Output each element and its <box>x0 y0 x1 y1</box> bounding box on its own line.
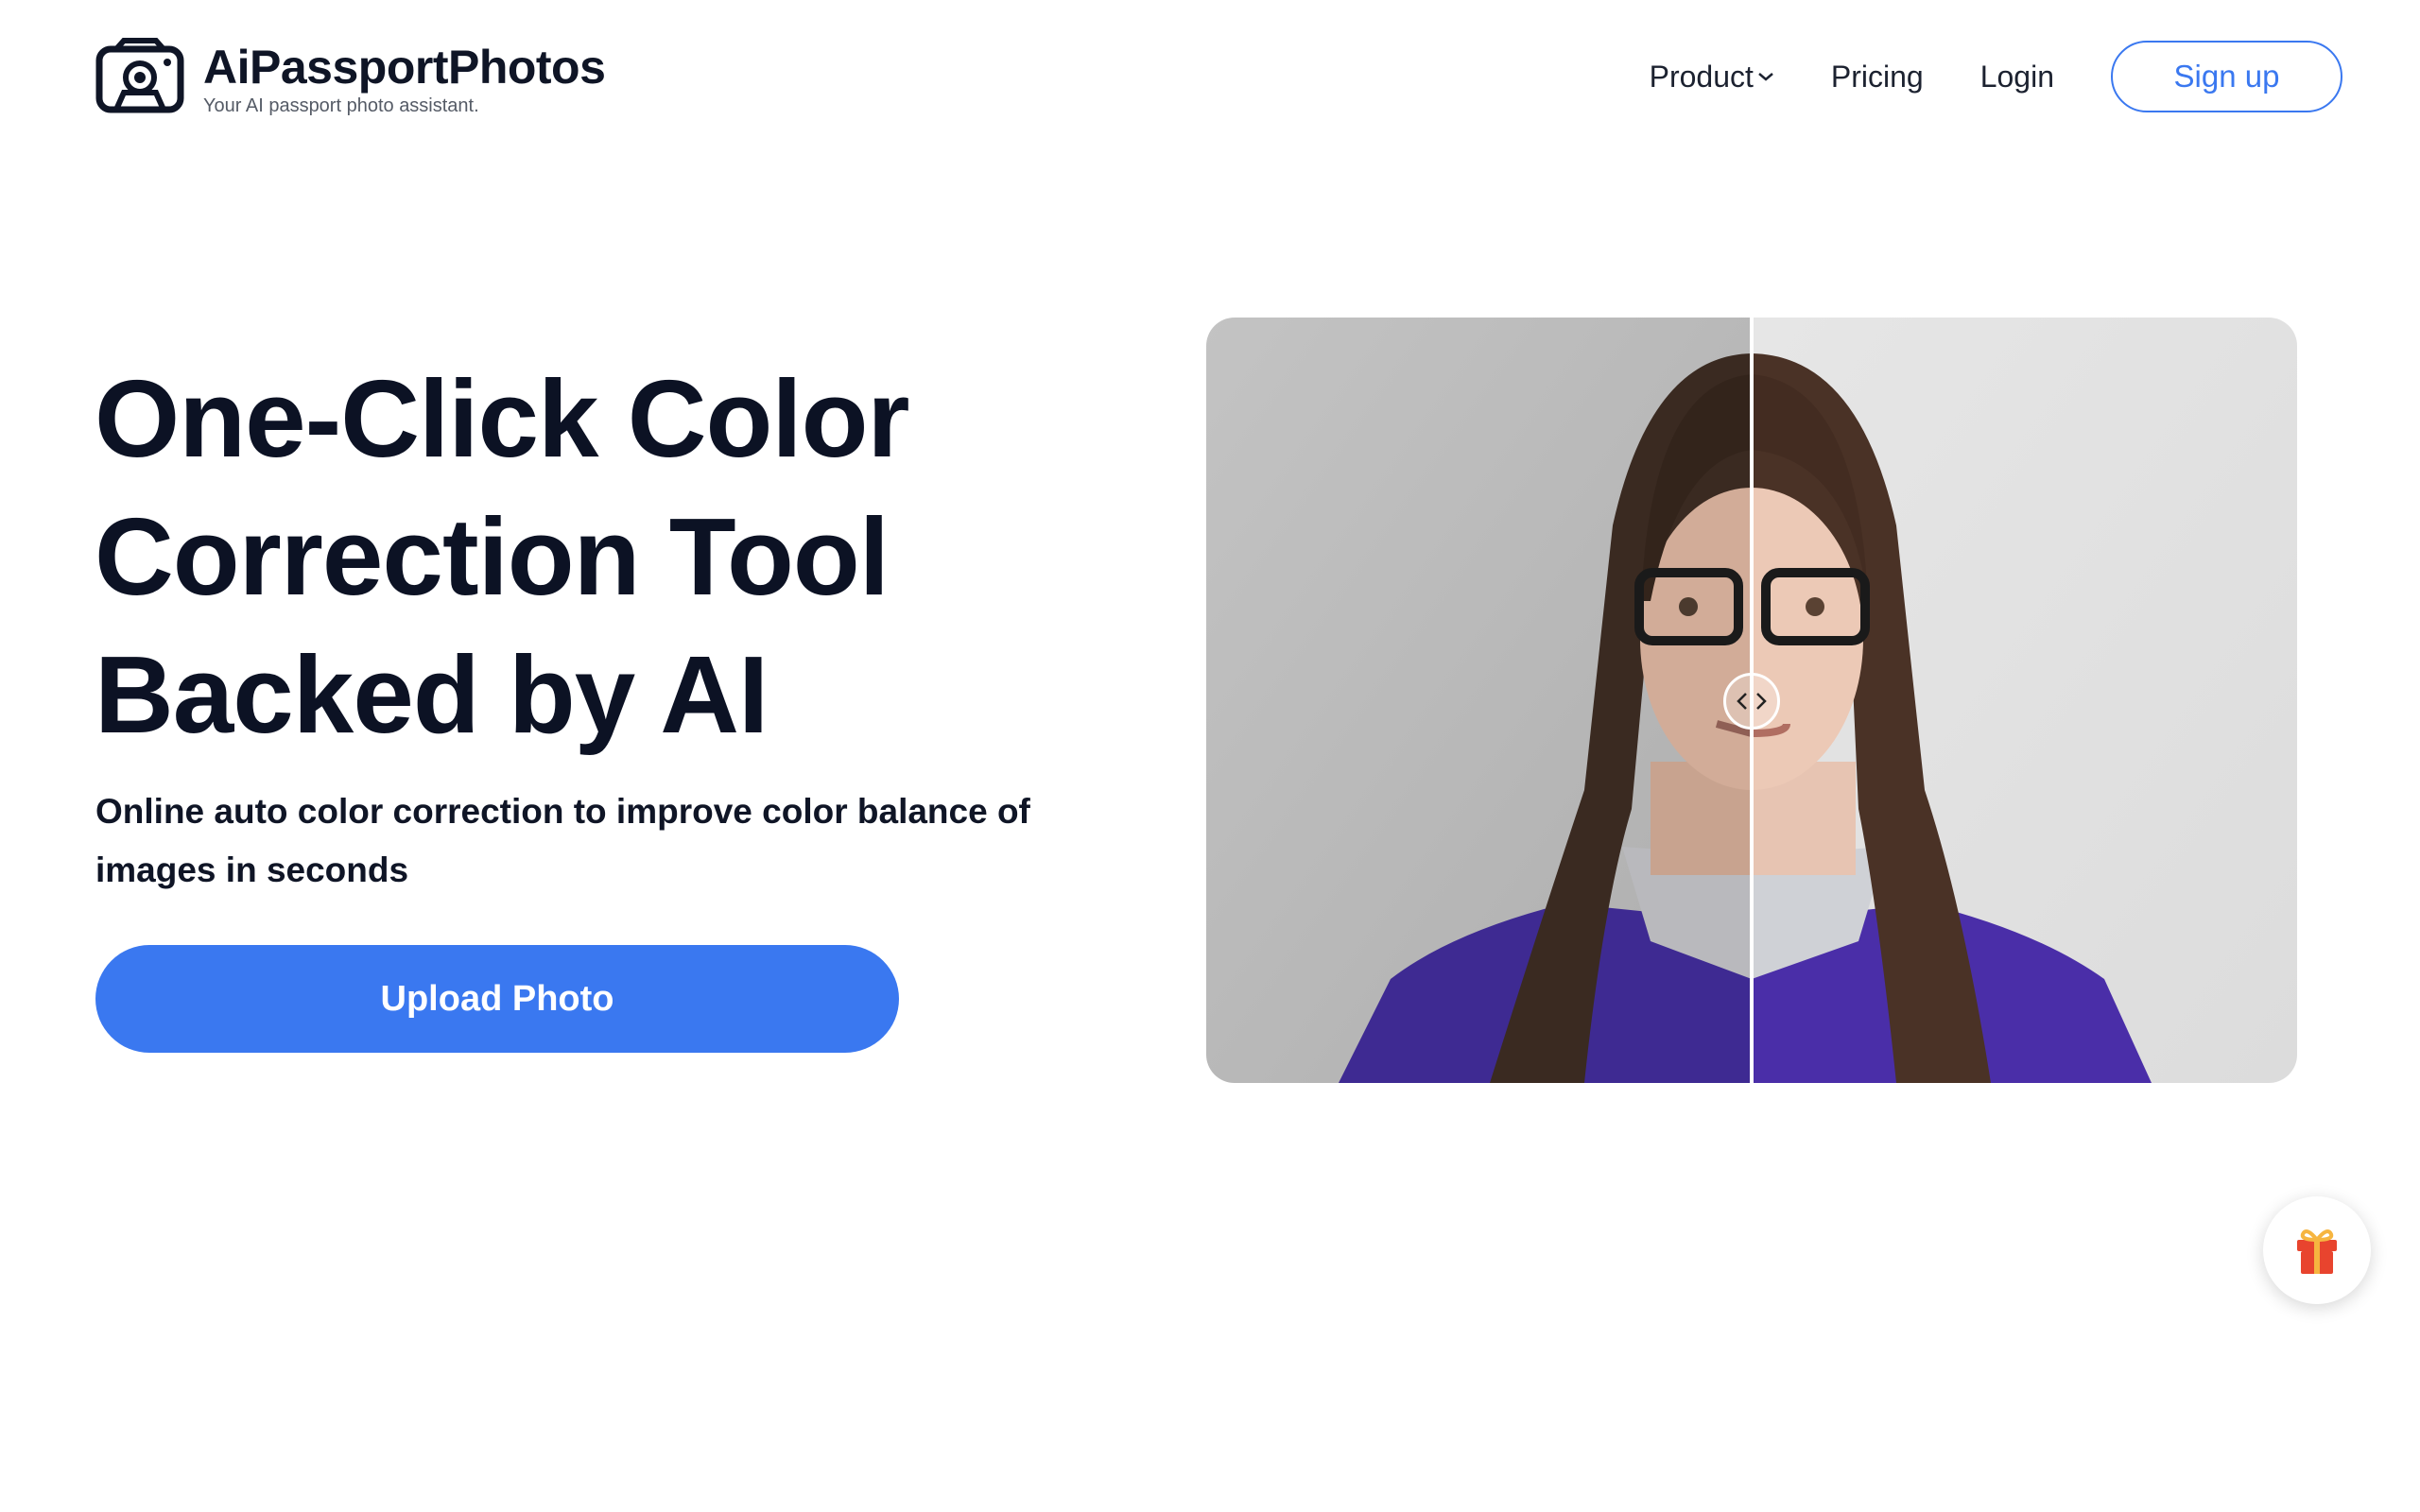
nav-product[interactable]: Product <box>1650 60 1774 94</box>
nav-product-label: Product <box>1649 59 1754 94</box>
left-right-arrows-icon <box>1737 693 1767 710</box>
brand-logo[interactable]: AiPassportPhotos Your AI passport photo … <box>95 38 606 117</box>
gift-icon <box>2297 1229 2337 1274</box>
camera-icon <box>95 38 184 113</box>
hero-subtitle: Online auto color correction to improve … <box>95 792 1030 889</box>
before-after-comparison[interactable] <box>1206 318 2297 1083</box>
brand-tagline: Your AI passport photo assistant. <box>203 95 479 116</box>
hero-title-line-2: Correction Tool <box>95 495 890 618</box>
signup-button[interactable]: Sign up <box>2111 41 2342 112</box>
comparison-handle[interactable] <box>1723 673 1780 730</box>
brand-name: AiPassportPhotos <box>203 41 606 94</box>
site-header: AiPassportPhotos Your AI passport photo … <box>0 0 2420 151</box>
nav-pricing[interactable]: Pricing <box>1831 60 1924 94</box>
gift-button[interactable] <box>2263 1196 2371 1304</box>
hero-title: One-Click Color Correction Tool Backed b… <box>95 350 1134 764</box>
hero-title-line-3: Backed by AI <box>95 633 769 756</box>
hero-title-line-1: One-Click Color <box>95 357 910 480</box>
upload-photo-button[interactable]: Upload Photo <box>95 945 899 1053</box>
chevron-down-icon <box>1758 73 1773 81</box>
nav-login[interactable]: Login <box>1980 60 2054 94</box>
page: AiPassportPhotos Your AI passport photo … <box>0 0 2420 1512</box>
main-nav: Product Pricing Login Sign up <box>1650 40 2342 113</box>
